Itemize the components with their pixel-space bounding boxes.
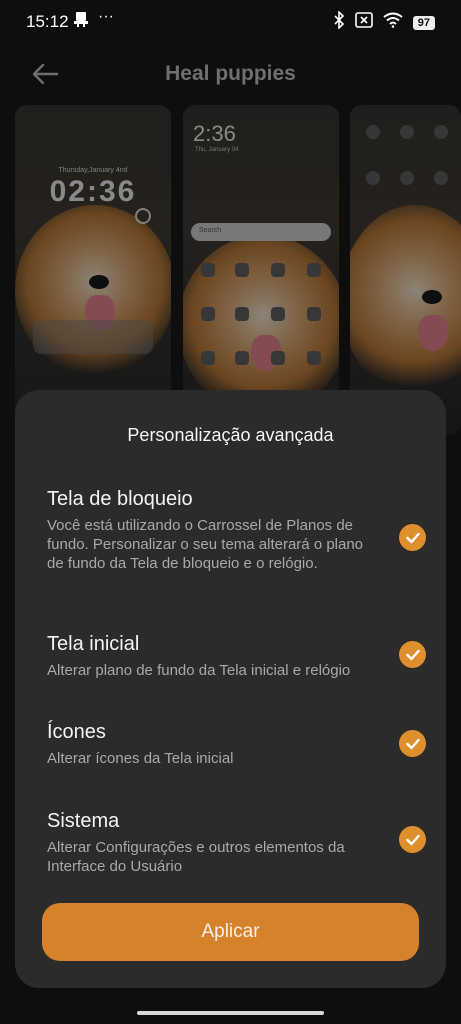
option-home-screen[interactable]: Tela inicial Alterar plano de fundo da T… bbox=[47, 633, 446, 680]
lock-preview-widget bbox=[135, 208, 151, 224]
option-title: Ícones bbox=[47, 721, 106, 743]
battery-indicator: 97 bbox=[412, 15, 435, 30]
music-widget bbox=[33, 320, 153, 354]
app-icon bbox=[400, 125, 414, 139]
app-icon bbox=[235, 351, 249, 365]
page-title: Heal puppies bbox=[165, 62, 296, 85]
option-icons[interactable]: Ícones Alterar ícones da Tela inicial bbox=[47, 721, 446, 768]
puppy-image bbox=[183, 235, 339, 415]
app-icon bbox=[271, 351, 285, 365]
app-icon bbox=[366, 171, 380, 185]
puppy-tongue bbox=[418, 315, 448, 351]
home-preview-clock: 2:36 bbox=[193, 121, 236, 146]
checkmark-icon[interactable] bbox=[399, 641, 426, 668]
lock-preview-date: Thursday,January 4nd bbox=[58, 167, 128, 174]
option-title: Tela de bloqueio bbox=[47, 488, 193, 510]
advanced-customization-sheet: Personalização avançada Tela de bloqueio… bbox=[15, 390, 446, 988]
app-icon bbox=[235, 263, 249, 277]
bluetooth-icon bbox=[333, 10, 345, 34]
home-indicator[interactable] bbox=[137, 1011, 324, 1015]
option-lock-screen[interactable]: Tela de bloqueio Você está utilizando o … bbox=[47, 488, 446, 573]
app-icon bbox=[271, 263, 285, 277]
puppy-nose bbox=[89, 275, 109, 289]
option-description: Alterar ícones da Tela inicial bbox=[47, 750, 234, 767]
puppy-nose bbox=[422, 290, 442, 304]
option-title: Tela inicial bbox=[47, 633, 140, 655]
home-preview-search-bar: Search bbox=[191, 223, 331, 241]
home-screen-preview[interactable]: 2:36 Thu, January 04 Search bbox=[183, 105, 339, 435]
app-icon bbox=[434, 125, 448, 139]
status-time: 15:12 bbox=[26, 12, 69, 31]
checkmark-icon[interactable] bbox=[399, 524, 426, 551]
icons-preview[interactable] bbox=[350, 105, 461, 435]
home-preview-search-label: Search bbox=[199, 227, 222, 234]
status-bar: 15:12 ··· 97 bbox=[0, 0, 461, 44]
wifi-icon bbox=[383, 12, 403, 33]
no-sim-icon bbox=[354, 12, 373, 33]
app-icon bbox=[307, 351, 321, 365]
app-icon bbox=[201, 307, 215, 321]
app-icon bbox=[400, 171, 414, 185]
puppy-image bbox=[350, 205, 461, 395]
option-description: Você está utilizando o Carrossel de Plan… bbox=[47, 517, 364, 572]
apply-button[interactable]: Aplicar bbox=[42, 903, 419, 961]
more-notifications-icon: ··· bbox=[98, 8, 114, 25]
app-icon bbox=[201, 351, 215, 365]
option-description: Alterar Configurações e outros elementos… bbox=[47, 839, 345, 875]
app-icon bbox=[271, 307, 285, 321]
status-icons: 97 bbox=[333, 10, 435, 34]
lock-preview-clock: 02:36 bbox=[49, 175, 137, 208]
app-icon bbox=[307, 263, 321, 277]
checkmark-icon[interactable] bbox=[399, 826, 426, 853]
header: Heal puppies bbox=[0, 55, 461, 95]
option-description: Alterar plano de fundo da Tela inicial e… bbox=[47, 662, 351, 679]
option-title: Sistema bbox=[47, 810, 120, 832]
app-icon bbox=[235, 307, 249, 321]
app-icon bbox=[434, 171, 448, 185]
home-preview-date: Thu, January 04 bbox=[195, 147, 239, 153]
sheet-title: Personalização avançada bbox=[127, 425, 334, 445]
option-system[interactable]: Sistema Alterar Configurações e outros e… bbox=[47, 810, 446, 876]
lock-screen-preview[interactable]: Thursday,January 4nd 02:36 bbox=[15, 105, 171, 435]
notification-icon bbox=[74, 11, 88, 30]
app-icon bbox=[307, 307, 321, 321]
checkmark-icon[interactable] bbox=[399, 730, 426, 757]
app-icon bbox=[366, 125, 380, 139]
app-icon bbox=[201, 263, 215, 277]
